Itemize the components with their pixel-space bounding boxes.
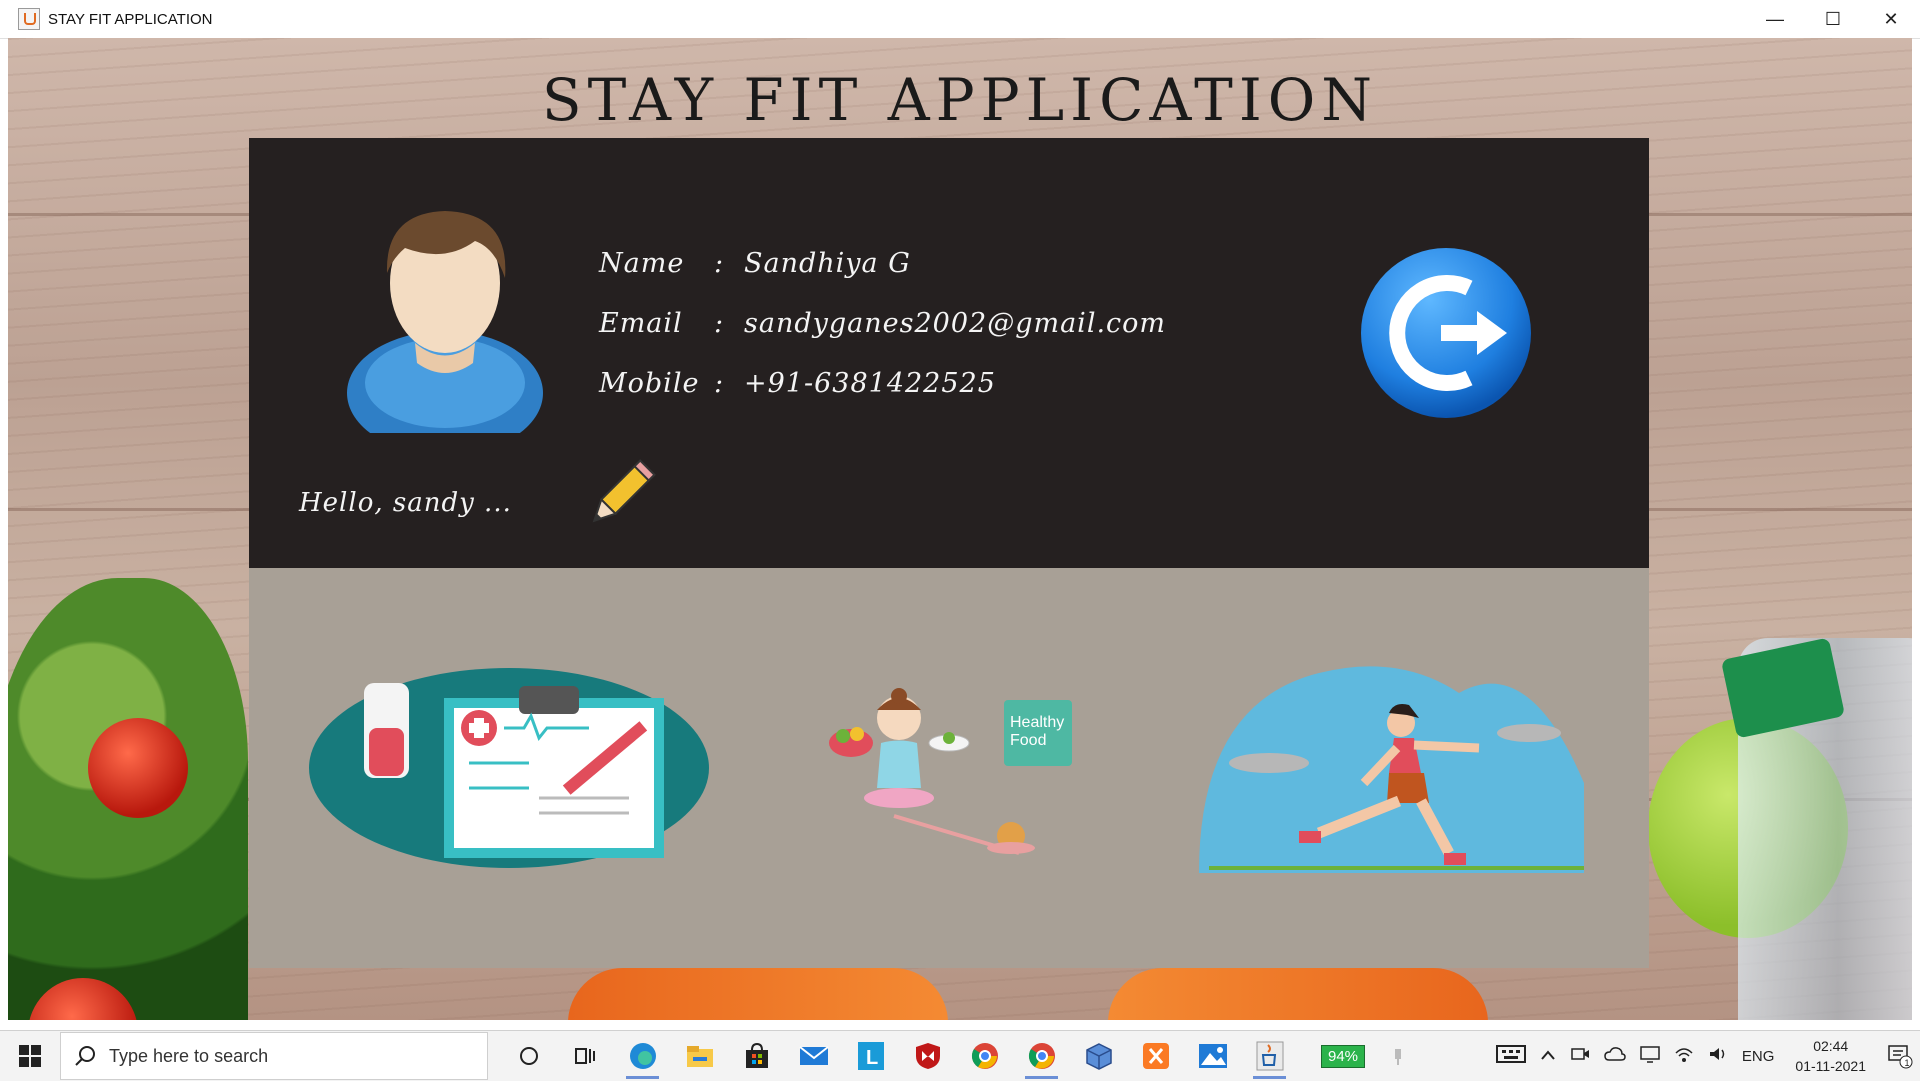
taskbar-mcafee[interactable] xyxy=(899,1031,956,1081)
email-row: Email : sandyganes2002@gmail.com xyxy=(599,308,1166,339)
notification-count: 1 xyxy=(1904,1058,1910,1068)
taskbar-edge[interactable] xyxy=(614,1031,671,1081)
task-view-icon xyxy=(574,1048,595,1064)
java-cup-icon xyxy=(1256,1041,1283,1071)
tray-display[interactable] xyxy=(1640,1045,1660,1067)
mobile-colon: : xyxy=(714,368,725,399)
window-title: STAY FIT APPLICATION xyxy=(48,10,213,28)
taskbar-lens[interactable]: L xyxy=(842,1031,899,1081)
cloud-icon xyxy=(1604,1047,1626,1061)
healthy-food-label-line1: Healthy xyxy=(1010,714,1065,731)
email-colon: : xyxy=(714,308,725,339)
carrot-decoration xyxy=(568,968,948,1020)
speaker-icon xyxy=(1709,1048,1725,1060)
tray-wifi[interactable] xyxy=(1674,1045,1694,1067)
java-app-icon xyxy=(18,8,40,30)
taskbar-virtualbox[interactable] xyxy=(1070,1031,1127,1081)
battery-percentage: 94% xyxy=(1320,1044,1366,1068)
taskbar-file-explorer[interactable] xyxy=(671,1031,728,1081)
taskbar-clock[interactable]: 02:44 01-11-2021 xyxy=(1795,1036,1866,1076)
language-indicator[interactable]: ENG xyxy=(1742,1048,1775,1065)
chrome-icon xyxy=(971,1043,998,1069)
meet-now-icon xyxy=(1571,1048,1589,1060)
mobile-value: +91-6381422525 xyxy=(744,368,996,399)
running-woman-icon[interactable] xyxy=(1199,663,1589,873)
healthy-food-feature[interactable]: Healthy Food xyxy=(829,688,1089,868)
pencil-icon[interactable] xyxy=(579,456,659,536)
plug-indicator xyxy=(1388,1031,1408,1081)
lens-l-icon: L xyxy=(857,1042,884,1070)
close-button[interactable]: ✕ xyxy=(1862,0,1920,38)
mail-icon xyxy=(798,1046,829,1065)
plug-icon xyxy=(1395,1049,1401,1065)
healthy-food-label-line2: Food xyxy=(1010,732,1047,749)
email-value: sandyganes2002@gmail.com xyxy=(744,308,1167,339)
show-hidden-icons[interactable] xyxy=(1540,1048,1556,1065)
xampp-icon xyxy=(1142,1043,1169,1069)
keyboard-tray-icon[interactable] xyxy=(1495,1044,1526,1068)
store-bag-icon xyxy=(745,1042,768,1068)
cube-icon xyxy=(1085,1043,1112,1070)
minimize-button[interactable]: — xyxy=(1746,0,1804,38)
taskbar-mail[interactable] xyxy=(785,1031,842,1081)
window-controls: — ☐ ✕ xyxy=(1746,0,1920,38)
medical-report-icon[interactable] xyxy=(309,668,709,868)
svg-text:L: L xyxy=(866,1047,878,1069)
wifi-icon xyxy=(1675,1048,1693,1062)
keyboard-icon xyxy=(1495,1045,1526,1063)
chrome-profile-icon xyxy=(1028,1043,1055,1069)
profile-panel: Name : Sandhiya G Email : sandyganes2002… xyxy=(249,138,1649,568)
name-row: Name : Sandhiya G xyxy=(599,248,911,279)
taskbar-java-app[interactable] xyxy=(1241,1031,1298,1081)
logout-button[interactable] xyxy=(1359,243,1534,423)
chevron-up-icon xyxy=(1541,1049,1555,1060)
app-heading: STAY FIT APPLICATION xyxy=(541,66,1379,134)
edge-browser-icon xyxy=(629,1043,656,1069)
system-tray: ENG 02:44 01-11-2021 1 xyxy=(1489,1031,1920,1081)
name-label: Name xyxy=(599,248,685,279)
start-button[interactable] xyxy=(0,1031,60,1081)
taskbar-chrome-1[interactable] xyxy=(956,1031,1013,1081)
tomato-decoration xyxy=(88,718,188,818)
task-view-button[interactable] xyxy=(557,1031,614,1081)
taskbar-photos[interactable] xyxy=(1184,1031,1241,1081)
taskbar-search[interactable]: Type here to search xyxy=(60,1032,488,1080)
clock-date: 01-11-2021 xyxy=(1795,1058,1866,1074)
mobile-label: Mobile xyxy=(599,368,700,399)
healthy-food-label: Healthy Food xyxy=(1004,700,1072,766)
mcafee-shield-icon xyxy=(915,1043,940,1069)
tray-meet[interactable] xyxy=(1570,1045,1590,1067)
search-icon xyxy=(75,1046,95,1066)
tray-volume[interactable] xyxy=(1708,1045,1728,1067)
features-panel: Healthy Food xyxy=(249,568,1649,968)
user-avatar-icon xyxy=(347,211,543,433)
name-colon: : xyxy=(714,248,725,279)
folder-icon xyxy=(686,1046,713,1067)
action-center-button[interactable]: 1 xyxy=(1880,1036,1920,1076)
maximize-button[interactable]: ☐ xyxy=(1804,0,1862,38)
battery-indicator[interactable]: 94% xyxy=(1298,1031,1388,1081)
windows-logo-icon xyxy=(19,1045,41,1067)
taskbar-chrome-2[interactable] xyxy=(1013,1031,1070,1081)
windows-taskbar: Type here to search L 94% ENG 02:44 01-1… xyxy=(0,1030,1920,1081)
taskbar-store[interactable] xyxy=(728,1031,785,1081)
cortana-button[interactable] xyxy=(500,1031,557,1081)
tray-onedrive[interactable] xyxy=(1604,1046,1626,1066)
greeting-text: Hello, sandy ... xyxy=(299,488,512,518)
window-titlebar: STAY FIT APPLICATION — ☐ ✕ xyxy=(0,0,1920,39)
app-background: STAY FIT APPLICATION Name : Sandhiya G E… xyxy=(8,38,1912,1020)
email-label: Email xyxy=(599,308,683,339)
taskbar-xampp[interactable] xyxy=(1127,1031,1184,1081)
name-value: Sandhiya G xyxy=(744,248,911,279)
search-placeholder: Type here to search xyxy=(109,1045,269,1066)
clock-time: 02:44 xyxy=(1813,1038,1849,1054)
photos-icon xyxy=(1198,1044,1227,1068)
mobile-row: Mobile : +91-6381422525 xyxy=(599,368,996,399)
cortana-icon xyxy=(519,1047,538,1065)
carrot-decoration xyxy=(1108,968,1488,1020)
display-settings-icon xyxy=(1640,1046,1660,1063)
